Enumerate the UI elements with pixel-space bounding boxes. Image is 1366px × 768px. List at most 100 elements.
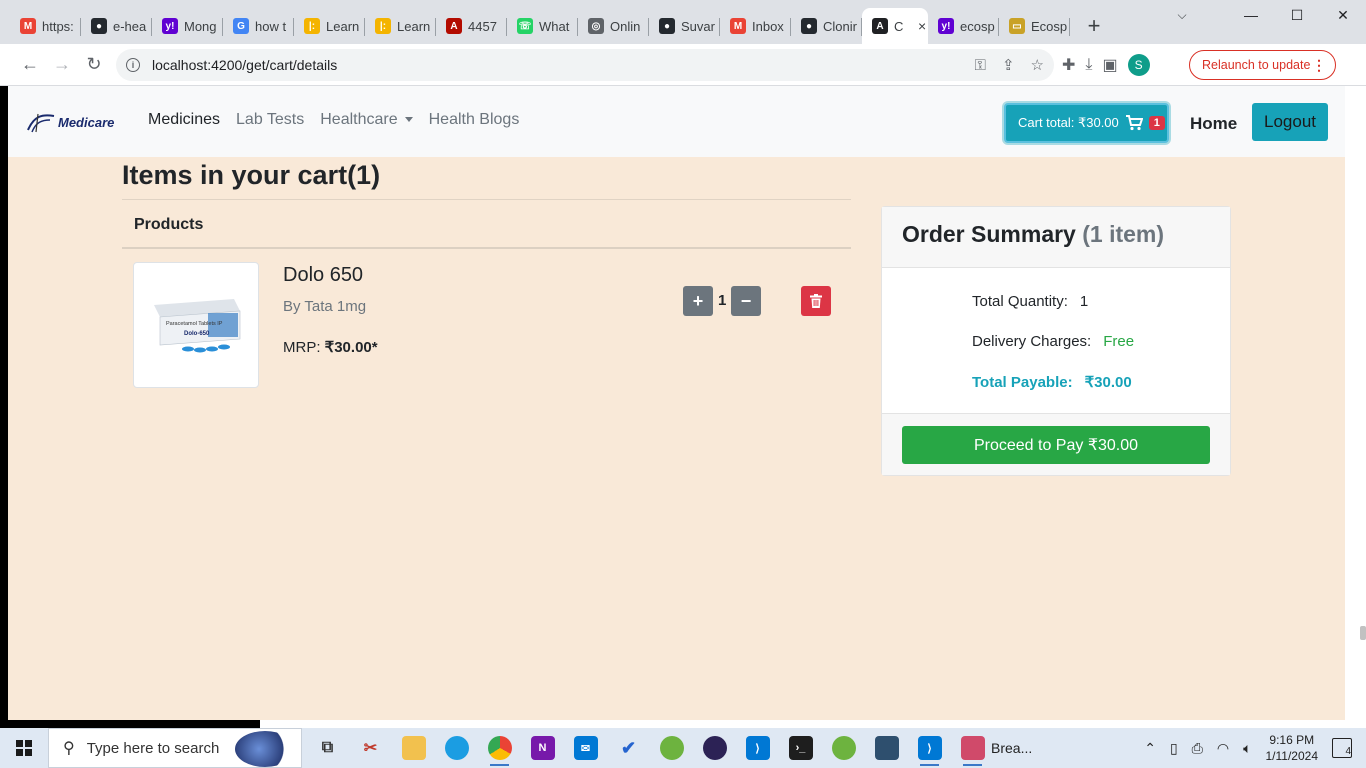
share-icon[interactable]: ⇪ — [1002, 56, 1015, 74]
caret-down-icon — [404, 117, 413, 123]
spring-tool-icon-2[interactable] — [822, 728, 865, 768]
start-button[interactable] — [0, 728, 48, 768]
task-view-icon[interactable]: ⧉ — [306, 728, 349, 768]
browser-tab[interactable]: A 4457 — [436, 8, 507, 44]
profile-avatar[interactable]: S — [1127, 54, 1150, 76]
browser-tab[interactable]: ● e-hea — [81, 8, 152, 44]
package-name: Dolo-650 — [184, 331, 210, 337]
nav-link-healthcare[interactable]: Healthcare — [320, 111, 413, 129]
increase-quantity-button[interactable]: + — [683, 286, 713, 316]
todo-icon[interactable]: ✔ — [607, 728, 650, 768]
product-brand: By Tata 1mg — [283, 298, 367, 315]
proceed-to-pay-button[interactable]: Proceed to Pay ₹30.00 — [902, 426, 1210, 464]
clock[interactable]: 9:16 PM 1/11/2024 — [1266, 732, 1319, 764]
browser-tab[interactable]: Ghow t — [223, 8, 294, 44]
home-link[interactable]: Home — [1190, 114, 1237, 134]
side-panel-icon[interactable]: ▣ — [1102, 55, 1117, 75]
nav-link-label: Healthcare — [320, 111, 398, 128]
browser-tab[interactable]: |: Learn — [365, 8, 436, 44]
order-summary-header: Order Summary (1 item) — [882, 207, 1230, 268]
caduceus-icon — [27, 113, 55, 133]
search-placeholder: Type here to search — [86, 739, 220, 757]
terminal-icon[interactable]: ›_ — [779, 728, 822, 768]
total-quantity-row: Total Quantity: 1 — [972, 293, 1088, 310]
reload-icon[interactable]: ↻ — [78, 49, 110, 81]
onenote-icon[interactable]: N — [521, 728, 564, 768]
horizontal-scrollbar[interactable] — [0, 720, 260, 728]
spring-tool-icon[interactable] — [650, 728, 693, 768]
delivery-label: Delivery Charges: — [972, 333, 1092, 350]
new-tab-button[interactable]: + — [1078, 8, 1110, 44]
more-menu-icon[interactable]: ⋮ — [1312, 57, 1326, 74]
chevron-up-icon[interactable]: ⌃ — [1144, 740, 1156, 757]
brand-logo[interactable]: Medicare — [24, 110, 114, 134]
total-quantity-value: 1 — [1079, 293, 1089, 310]
vscode-icon-2[interactable]: ⟩ — [908, 728, 951, 768]
chart-bars-icon: |: — [375, 18, 391, 34]
open-app-icon[interactable] — [951, 728, 995, 768]
tab-search-icon[interactable]: ⌵ — [1168, 4, 1196, 26]
extensions-puzzle-icon[interactable]: ✚ — [1062, 55, 1075, 75]
site-info-icon[interactable]: i — [126, 58, 140, 72]
scroll-thumb[interactable] — [1360, 626, 1366, 640]
yahoo-icon: y! — [938, 18, 954, 34]
maximize-icon[interactable]: ☐ — [1274, 0, 1320, 30]
download-icon[interactable]: ⤓ — [1085, 56, 1092, 74]
device-icon[interactable]: ▯ — [1170, 740, 1178, 757]
browser-tab[interactable]: M Inbox — [720, 8, 791, 44]
nav-link-health-blogs[interactable]: Health Blogs — [429, 111, 520, 129]
browser-tab[interactable]: Mhttps: — [10, 8, 81, 44]
volume-icon[interactable]: 🔈︎ — [1243, 740, 1251, 757]
eclipse-icon[interactable] — [693, 728, 736, 768]
notification-icon[interactable]: 4 — [1332, 738, 1352, 758]
order-summary-card: Order Summary (1 item) Total Quantity: 1 … — [881, 206, 1231, 476]
chrome-icon[interactable] — [478, 728, 521, 768]
browser-tab[interactable]: A C × — [862, 8, 928, 44]
close-tab-icon[interactable]: × — [918, 18, 926, 34]
forward-icon[interactable]: → — [46, 49, 78, 81]
back-icon[interactable]: ← — [14, 49, 46, 81]
file-explorer-icon[interactable] — [392, 728, 435, 768]
camera-icon[interactable]: ⎙ — [1192, 740, 1203, 757]
relaunch-to-update-button[interactable]: Relaunch to update ⋮ — [1189, 50, 1336, 80]
close-window-icon[interactable]: ✕ — [1320, 0, 1366, 30]
mrp-label: MRP: — [283, 339, 321, 356]
product-name[interactable]: Dolo 650 — [283, 264, 363, 287]
bookmark-star-icon[interactable]: ☆ — [1031, 56, 1044, 74]
vertical-scrollbar[interactable] — [1345, 86, 1366, 720]
open-app-label[interactable]: Brea... — [991, 740, 1032, 756]
clock-time: 9:16 PM — [1269, 733, 1315, 747]
key-icon[interactable]: ⚿ — [975, 57, 986, 74]
remove-item-button[interactable] — [801, 286, 831, 316]
decrease-quantity-button[interactable]: − — [731, 286, 761, 316]
wifi-icon[interactable]: ◠ — [1217, 740, 1229, 757]
browser-tab[interactable]: ▭ Ecosp — [999, 8, 1070, 44]
nav-link-medicines[interactable]: Medicines — [148, 111, 220, 129]
browser-tab[interactable]: y! Mong — [152, 8, 223, 44]
browser-tab[interactable]: ● Clonir — [791, 8, 862, 44]
logout-button[interactable]: Logout — [1252, 103, 1328, 141]
minimize-icon[interactable]: — — [1228, 0, 1274, 30]
product-mrp: MRP: ₹30.00* — [283, 338, 378, 356]
address-bar[interactable]: i localhost:4200/get/cart/details ⚿ ⇪ ☆ — [116, 49, 1054, 81]
browser-tab[interactable]: y! ecosp — [928, 8, 999, 44]
browser-tab[interactable]: |: Learn — [294, 8, 365, 44]
browser-tab-strip: Mhttps: ● e-hea y! Mong Ghow t |: Learn |: Learn A… — [0, 0, 1366, 44]
product-image[interactable]: Paracetamol Tablets IP Dolo-650 — [133, 262, 259, 388]
snipping-tool-icon[interactable]: ✂ — [349, 728, 392, 768]
taskbar-search[interactable]: ⚲ Type here to search — [48, 728, 302, 768]
mysql-workbench-icon[interactable] — [865, 728, 908, 768]
mail-icon[interactable]: ✉ — [564, 728, 607, 768]
site-navbar: Medicare Medicines Lab Tests Healthcare Hea… — [8, 86, 1345, 157]
browser-tab[interactable]: ● Suvar — [649, 8, 720, 44]
cart-total-label: Cart total: ₹30.00 — [1018, 115, 1119, 130]
edge-icon[interactable] — [435, 728, 478, 768]
vscode-icon[interactable]: ⟩ — [736, 728, 779, 768]
tab-title: ecosp — [960, 18, 995, 34]
summary-item-count: (1 item) — [1082, 221, 1165, 247]
browser-tab[interactable]: ◎ Onlin — [578, 8, 649, 44]
nav-link-lab-tests[interactable]: Lab Tests — [236, 111, 304, 129]
cart-total-button[interactable]: Cart total: ₹30.00 1 — [1004, 103, 1169, 143]
browser-tab[interactable]: ☏ What — [507, 8, 578, 44]
tab-title: Learn — [397, 18, 431, 34]
